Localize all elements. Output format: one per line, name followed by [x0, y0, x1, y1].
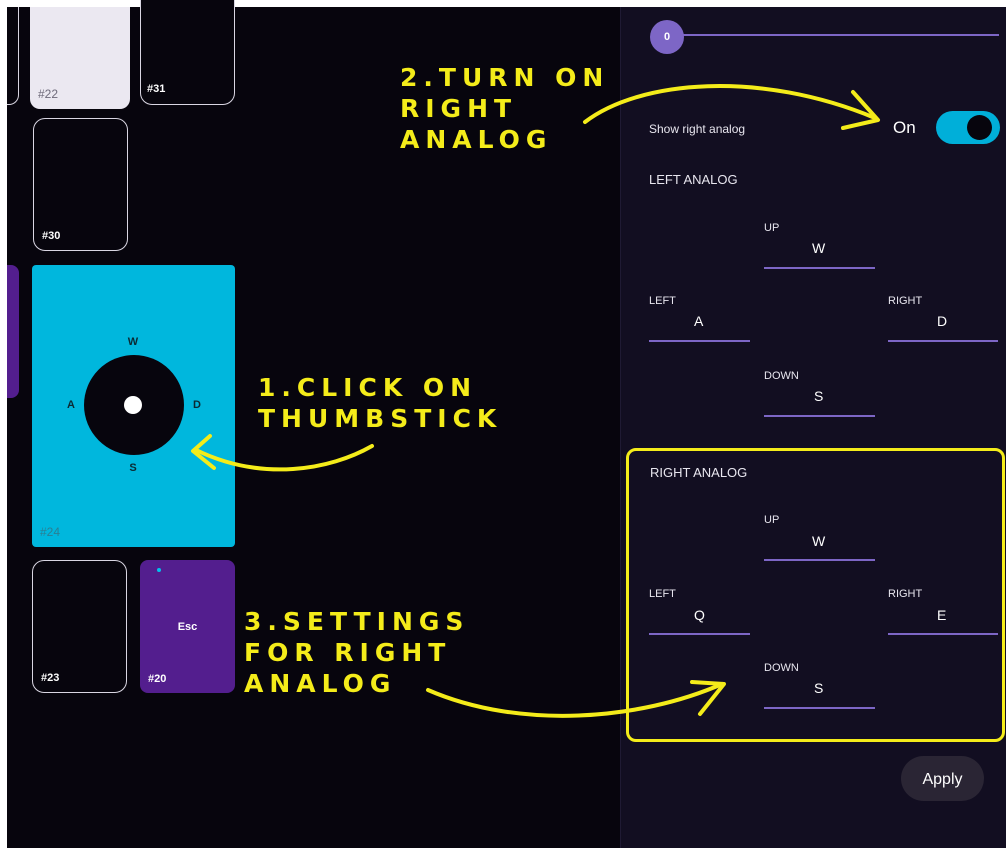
annotation-step-3: 3.SETTINGS FOR RIGHT ANALOG — [244, 606, 469, 699]
left-analog-up-label: UP — [764, 222, 780, 234]
annotation-line: 3.SETTINGS — [244, 607, 470, 636]
left-analog-up-input[interactable]: W — [812, 240, 825, 256]
thumbstick-knob-icon — [124, 396, 142, 414]
annotation-line: ANALOG — [244, 669, 397, 698]
thumbstick-down-key: S — [129, 462, 137, 474]
tile-22[interactable]: #22 — [30, 7, 130, 109]
partial-tile-left[interactable] — [7, 7, 19, 105]
slider-track[interactable] — [683, 34, 999, 36]
toggle-knob — [967, 115, 992, 140]
thumbstick-up-key: W — [127, 336, 139, 348]
partial-tile-purple[interactable] — [7, 265, 19, 398]
thumbstick-left-key: A — [67, 399, 75, 411]
annotation-step-1: 1.CLICK ON THUMBSTICK — [258, 372, 502, 434]
left-analog-down-underline — [764, 415, 875, 417]
right-analog-highlight-box — [626, 448, 1005, 742]
left-analog-left-input[interactable]: A — [694, 313, 703, 329]
tile-30[interactable]: #30 — [33, 118, 128, 251]
left-analog-right-underline — [888, 340, 998, 342]
annotation-line: RIGHT — [400, 94, 518, 123]
slider-thumb[interactable]: 0 — [650, 20, 684, 54]
indicator-dot-icon — [157, 568, 161, 572]
annotation-line: 2.TURN ON — [400, 63, 610, 92]
annotation-line: ANALOG — [400, 125, 553, 154]
esc-key-tile-20[interactable]: Esc #20 — [140, 560, 235, 693]
toggle-state-label: On — [893, 118, 916, 137]
left-analog-up-underline — [764, 267, 875, 269]
left-analog-right-input[interactable]: D — [937, 313, 947, 329]
window-edge-left — [0, 0, 7, 848]
apply-button[interactable]: Apply — [901, 756, 984, 801]
left-analog-left-label: LEFT — [649, 295, 676, 307]
tile-label: #24 — [40, 525, 61, 539]
left-analog-right-label: RIGHT — [888, 295, 923, 307]
tile-label: #30 — [42, 230, 61, 242]
left-analog-title: LEFT ANALOG — [649, 172, 738, 187]
annotation-line: FOR RIGHT — [244, 638, 452, 667]
thumbstick-right-key: D — [193, 399, 201, 411]
tile-label: #20 — [148, 673, 167, 685]
app-window: #22 #31 #30 #24 #23 Esc #20 W A D S 0 Sh… — [0, 0, 1006, 848]
tile-label: #22 — [38, 87, 59, 101]
tile-label: #31 — [147, 83, 166, 95]
left-analog-down-label: DOWN — [764, 370, 799, 382]
tile-label: #23 — [41, 672, 60, 684]
show-right-analog-label: Show right analog — [649, 122, 746, 136]
tile-31[interactable]: #31 — [140, 0, 235, 105]
key-label: Esc — [177, 621, 198, 633]
annotation-step-2: 2.TURN ON RIGHT ANALOG — [400, 62, 609, 155]
annotation-line: 1.CLICK ON — [258, 373, 478, 402]
annotation-line: THUMBSTICK — [258, 404, 503, 433]
left-analog-down-input[interactable]: S — [814, 388, 823, 404]
tile-23[interactable]: #23 — [32, 560, 127, 693]
left-analog-left-underline — [649, 340, 750, 342]
